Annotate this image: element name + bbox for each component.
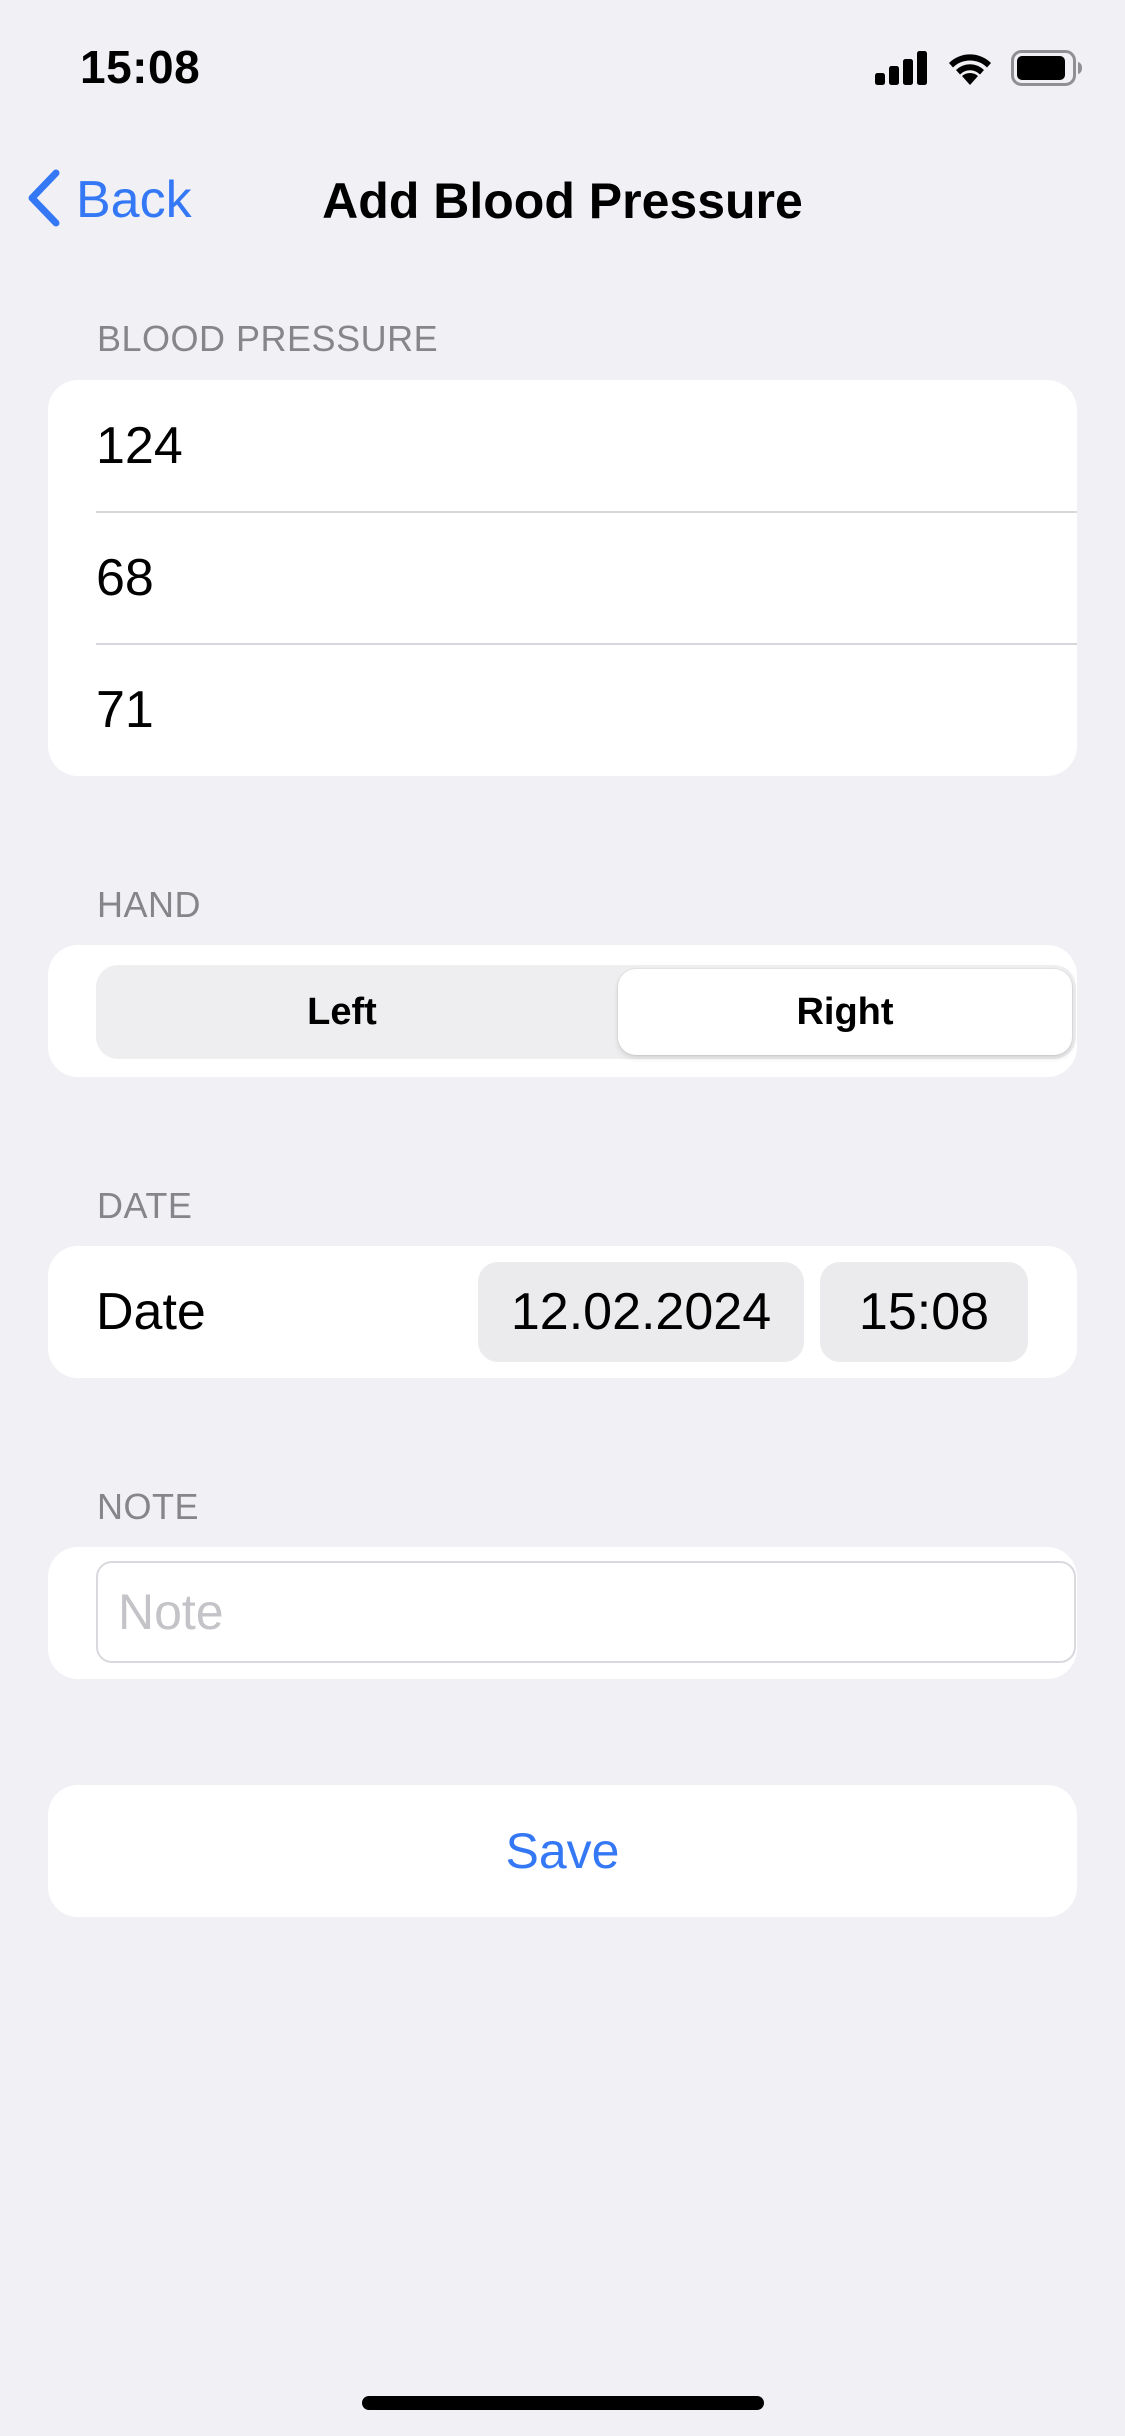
blood-pressure-card: 124 68 71 [48, 380, 1077, 776]
pulse-field[interactable]: 71 [96, 644, 1077, 776]
section-header-blood-pressure: BLOOD PRESSURE [97, 318, 439, 359]
home-indicator[interactable] [362, 2396, 764, 2410]
status-bar: 15:08 [0, 0, 1125, 130]
date-picker-button[interactable]: 12.02.2024 [478, 1262, 804, 1362]
pulse-value: 71 [96, 681, 154, 739]
segment-right-selected[interactable]: Right [618, 969, 1072, 1055]
save-button[interactable]: Save [48, 1785, 1077, 1917]
status-time: 15:08 [80, 41, 201, 93]
section-header-note: NOTE [97, 1486, 200, 1527]
diastolic-value: 68 [96, 549, 154, 607]
cellular-signal-icon [875, 50, 929, 90]
page-title: Add Blood Pressure [322, 173, 803, 229]
time-picker-button[interactable]: 15:08 [820, 1262, 1028, 1362]
systolic-field[interactable]: 124 [96, 380, 1077, 512]
note-input[interactable] [96, 1561, 1076, 1663]
date-label: Date [96, 1283, 206, 1341]
date-card: Date 12.02.2024 15:08 [48, 1246, 1077, 1378]
section-header-date: DATE [97, 1185, 193, 1226]
save-label: Save [505, 1823, 620, 1879]
note-card [48, 1547, 1077, 1679]
diastolic-field[interactable]: 68 [96, 512, 1077, 644]
wifi-icon [947, 51, 993, 90]
hand-segmented-control: Left Right [96, 965, 1076, 1059]
section-header-hand: HAND [97, 884, 202, 925]
status-icons [875, 48, 1083, 92]
navigation-bar: Back Add Blood Pressure [0, 150, 1125, 250]
segment-left[interactable]: Left [100, 969, 584, 1055]
hand-card: Left Right [48, 945, 1077, 1077]
battery-icon [1011, 49, 1083, 91]
systolic-value: 124 [96, 417, 183, 475]
